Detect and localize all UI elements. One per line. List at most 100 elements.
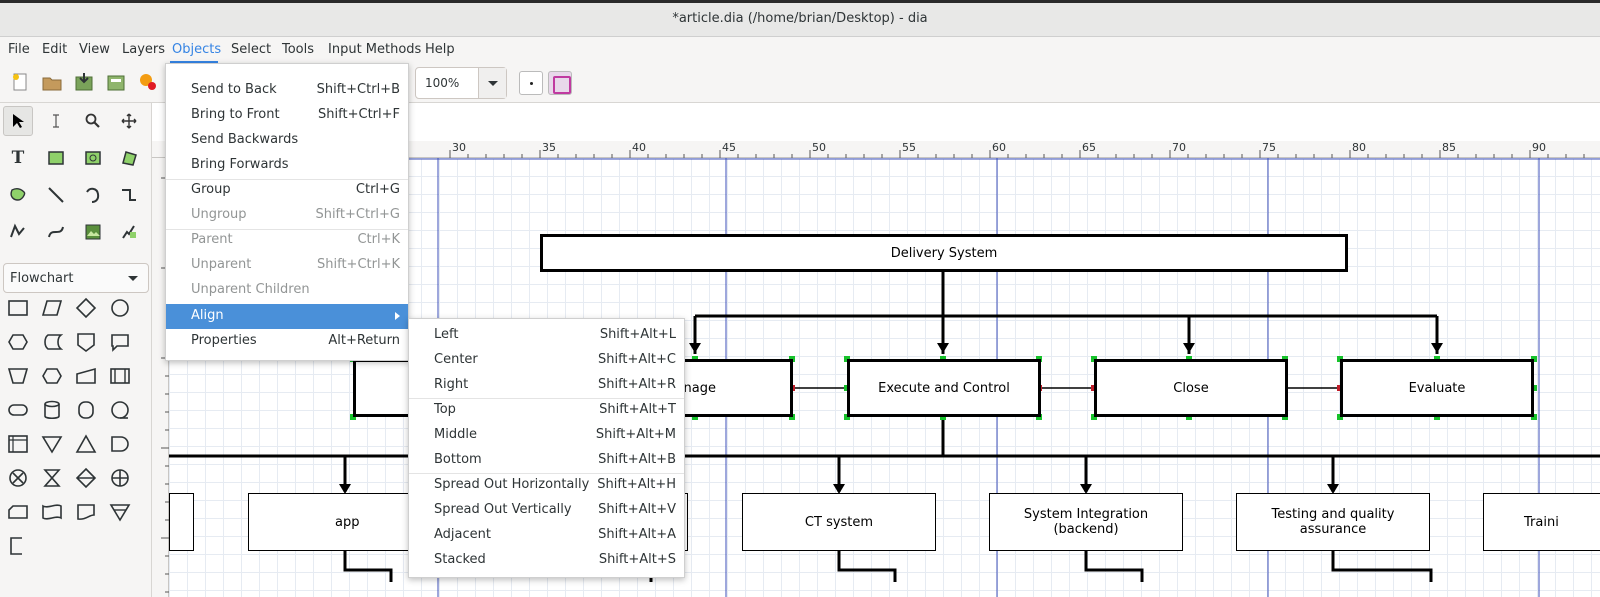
polygon-tool-icon[interactable] (114, 143, 144, 173)
flowchart-process-icon[interactable] (3, 293, 33, 323)
menu-help[interactable]: Help (425, 42, 455, 57)
flowchart-connector-icon[interactable] (105, 293, 135, 323)
sheet-selector[interactable]: Flowchart (3, 263, 149, 293)
ellipse-tool-icon[interactable] (78, 143, 108, 173)
menu-item-bring-to-front[interactable]: Bring to Front Shift+Ctrl+F (166, 103, 408, 128)
zoom-combo[interactable]: 100% (415, 67, 507, 99)
flowchart-collate-icon[interactable] (37, 463, 67, 493)
beziergon-tool-icon[interactable] (3, 180, 33, 210)
magnify-tool-icon[interactable] (78, 106, 108, 136)
bottom-box-testing[interactable]: Testing and quality assurance (1236, 493, 1430, 551)
flowchart-data-icon[interactable] (37, 293, 67, 323)
flowchart-decision-icon[interactable] (71, 293, 101, 323)
polyline-tool-icon[interactable] (3, 217, 33, 247)
line-tool-icon[interactable] (41, 180, 71, 210)
align-left-item[interactable]: Left Shift+Alt+L (409, 323, 684, 348)
menu-item-align[interactable]: Align (166, 304, 408, 329)
menu-item-properties[interactable]: Properties Alt+Return (166, 329, 408, 354)
pointer-tool-icon[interactable] (3, 106, 33, 136)
flowchart-transaction-file-icon[interactable] (105, 497, 135, 527)
menu-select[interactable]: Select (231, 42, 271, 57)
align-top-item[interactable]: Top Shift+Alt+T (409, 398, 684, 423)
flowchart-internal-storage-icon[interactable] (3, 429, 33, 459)
scroll-tool-icon[interactable] (114, 106, 144, 136)
phase-box-evaluate[interactable]: Evaluate (1340, 359, 1534, 417)
flowchart-magnetic-disk-icon[interactable] (37, 395, 67, 425)
properties-icon[interactable] (137, 71, 159, 93)
spread-vertically-item[interactable]: Spread Out Vertically Shift+Alt+V (409, 498, 684, 523)
flowchart-punched-tape-icon[interactable] (37, 497, 67, 527)
text-tool-icon[interactable]: T (3, 143, 33, 173)
zigzag-line-tool-icon[interactable] (114, 180, 144, 210)
spread-horizontally-item[interactable]: Spread Out Horizontally Shift+Alt+H (409, 473, 684, 498)
menu-item-bring-forwards[interactable]: Bring Forwards (166, 153, 408, 178)
menu-item-shortcut: Shift+Alt+H (597, 477, 676, 492)
menu-item-label: Parent (191, 232, 233, 247)
flowchart-merge-icon[interactable] (37, 429, 67, 459)
menu-edit[interactable]: Edit (42, 42, 67, 57)
outline-tool-icon[interactable] (114, 217, 144, 247)
bezier-line-tool-icon[interactable] (41, 217, 71, 247)
text-edit-tool-icon[interactable] (41, 106, 71, 136)
arc-tool-icon[interactable] (78, 180, 108, 210)
delivery-system-box[interactable]: Delivery System (540, 234, 1348, 272)
export-icon[interactable] (105, 71, 127, 93)
phase-box-close[interactable]: Close (1094, 359, 1288, 417)
flowchart-annotation-icon[interactable] (3, 531, 33, 561)
align-right-item[interactable]: Right Shift+Alt+R (409, 373, 684, 398)
align-bottom-item[interactable]: Bottom Shift+Alt+B (409, 448, 684, 473)
flowchart-predefined-process-icon[interactable] (105, 361, 135, 391)
menu-item-label: Send Backwards (191, 132, 299, 147)
menu-layers[interactable]: Layers (122, 42, 165, 57)
snap-to-grid-icon[interactable] (519, 71, 543, 95)
snap-to-objects-icon[interactable] (548, 71, 572, 95)
partial-box[interactable] (169, 493, 194, 551)
menu-input-methods[interactable]: Input Methods (328, 42, 421, 57)
flowchart-card-icon[interactable] (3, 497, 33, 527)
menu-item-label: Bring Forwards (191, 157, 289, 172)
flowchart-extract-icon[interactable] (71, 429, 101, 459)
menu-tools[interactable]: Tools (282, 42, 314, 57)
align-adjacent-item[interactable]: Adjacent Shift+Alt+A (409, 523, 684, 548)
flowchart-display-icon[interactable] (37, 361, 67, 391)
ruler-label: 90 (1532, 141, 1546, 154)
flowchart-or-icon[interactable] (105, 463, 135, 493)
bottom-box-ct-system[interactable]: CT system (742, 493, 936, 551)
flowchart-sequential-data-icon[interactable] (105, 395, 135, 425)
new-file-icon[interactable] (9, 71, 31, 93)
menu-item-label: Top (434, 402, 456, 417)
box-tool-icon[interactable] (41, 143, 71, 173)
window-title: *article.dia (/home/brian/Desktop) - dia (672, 11, 928, 26)
bottom-box-system-integration[interactable]: System Integration (backend) (989, 493, 1183, 551)
flowchart-terminal-icon[interactable] (3, 395, 33, 425)
flowchart-direct-access-icon[interactable] (71, 395, 101, 425)
flowchart-manual-input-icon[interactable] (71, 361, 101, 391)
zoom-dropdown-icon[interactable] (478, 68, 506, 98)
open-file-icon[interactable] (41, 71, 63, 93)
flowchart-comment-icon[interactable] (105, 327, 135, 357)
flowchart-preparation-icon[interactable] (3, 327, 33, 357)
save-file-icon[interactable] (73, 71, 95, 93)
menu-item-send-to-back[interactable]: Send to Back Shift+Ctrl+B (166, 78, 408, 103)
flowchart-sort-icon[interactable] (71, 463, 101, 493)
image-tool-icon[interactable] (78, 217, 108, 247)
toolbox: T Flowchart (0, 103, 152, 597)
flowchart-document-icon[interactable] (71, 497, 101, 527)
phase-box-execute[interactable]: Execute and Control (847, 359, 1041, 417)
zoom-value[interactable]: 100% (425, 76, 459, 90)
menu-file[interactable]: File (8, 42, 30, 57)
flowchart-stored-data-icon[interactable] (37, 327, 67, 357)
align-stacked-item[interactable]: Stacked Shift+Alt+S (409, 548, 684, 573)
menu-item-group[interactable]: Group Ctrl+G (166, 178, 408, 203)
menu-item-shortcut: Ctrl+K (357, 232, 400, 247)
flowchart-offpage-icon[interactable] (71, 327, 101, 357)
flowchart-delay-icon[interactable] (105, 429, 135, 459)
flowchart-summing-junction-icon[interactable] (3, 463, 33, 493)
menu-objects[interactable]: Objects (172, 42, 221, 57)
align-center-item[interactable]: Center Shift+Alt+C (409, 348, 684, 373)
bottom-box-training[interactable]: Traini (1483, 493, 1600, 551)
menu-view[interactable]: View (79, 42, 110, 57)
menu-item-send-backwards[interactable]: Send Backwards (166, 128, 408, 153)
flowchart-manual-operation-icon[interactable] (3, 361, 33, 391)
align-middle-item[interactable]: Middle Shift+Alt+M (409, 423, 684, 448)
